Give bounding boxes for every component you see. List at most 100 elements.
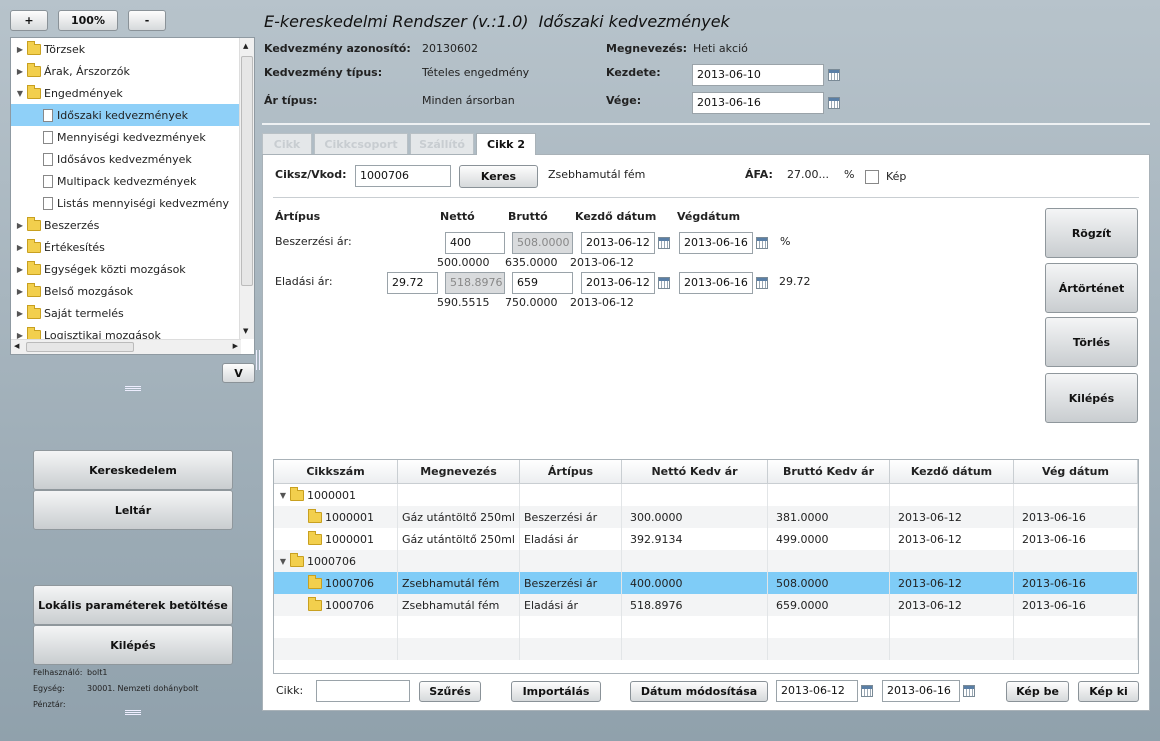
expand-right-icon[interactable]: ▶ — [15, 45, 25, 54]
tree-hscroll-thumb[interactable] — [26, 342, 134, 352]
start-date-field[interactable]: 2013-06-10 — [692, 64, 824, 86]
column-header[interactable]: Ártípus — [520, 460, 622, 484]
column-header[interactable]: Kezdő dátum — [890, 460, 1014, 484]
tab-cikk[interactable]: Cikk — [262, 133, 312, 155]
resize-grip[interactable] — [125, 386, 141, 391]
calendar-icon[interactable] — [828, 69, 840, 81]
column-header[interactable]: Vég dátum — [1014, 460, 1138, 484]
sell-end-input[interactable]: 2013-06-16 — [679, 272, 753, 294]
tree-item[interactable]: ▶ Saját termelés — [11, 302, 240, 324]
calendar-icon[interactable] — [756, 277, 768, 289]
table-row[interactable]: ▼ 1000001 — [274, 484, 1138, 506]
code-input[interactable]: 1000706 — [355, 165, 451, 187]
calendar-icon[interactable] — [861, 685, 873, 697]
expand-right-icon[interactable]: ▶ — [15, 243, 25, 252]
tree-item[interactable]: Listás mennyiségi kedvezmény — [11, 192, 240, 214]
calendar-icon[interactable] — [658, 237, 670, 249]
table-row[interactable]: 1000706 Zsebhamutál fém Beszerzési ár 400.0… — [274, 572, 1138, 594]
import-button[interactable]: Importálás — [511, 681, 601, 702]
history-button[interactable]: Ártörténet — [1045, 263, 1138, 313]
cell-name: Zsebhamutál fém — [398, 572, 520, 594]
tree-item[interactable]: ▶ Árak, Árszorzók — [11, 60, 240, 82]
date-modify-button[interactable]: Dátum módosítása — [630, 681, 768, 702]
zoom-in-button[interactable]: + — [10, 10, 48, 31]
cell-text: Zsebhamutál fém — [402, 598, 500, 612]
search-button[interactable]: Keres — [459, 165, 538, 188]
expand-right-icon[interactable]: ▶ — [15, 67, 25, 76]
save-button[interactable]: Rögzít — [1045, 208, 1138, 258]
expand-right-icon[interactable]: ▶ — [15, 287, 25, 296]
date-from-input[interactable]: 2013-06-12 — [776, 680, 858, 702]
tree-item[interactable]: ▶ Értékesítés — [11, 236, 240, 258]
table-row[interactable]: 1000001 Gáz utántöltő 250ml Eladási ár 392.… — [274, 528, 1138, 550]
buy-net-input[interactable]: 400 — [445, 232, 505, 254]
discount-table[interactable]: Cikkszám Megnevezés Ártípus Nettó Kedv ár Br… — [273, 459, 1139, 674]
tree-item[interactable]: Multipack kedvezmények — [11, 170, 240, 192]
expand-down-icon[interactable]: ▼ — [278, 491, 288, 500]
tree-vscroll-thumb[interactable] — [241, 56, 253, 286]
load-params-button[interactable]: Lokális paraméterek betöltése — [33, 585, 233, 625]
table-row[interactable] — [274, 616, 1138, 638]
zoom-level-button[interactable]: 100% — [58, 10, 118, 31]
sell-pct-input[interactable]: 29.72 — [387, 272, 438, 294]
tree-horizontal-scrollbar[interactable]: ◀ ▶ — [11, 339, 241, 354]
cell-text: 659.0000 — [776, 598, 829, 612]
tree-collapse-button[interactable]: V — [222, 363, 255, 383]
tree-item[interactable]: ▶ Törzsek — [11, 38, 240, 60]
tree-item[interactable]: ▶ Egységek közti mozgások — [11, 258, 240, 280]
cell-code: 1000001 — [274, 528, 398, 550]
exit-sidebar-button[interactable]: Kilépés — [33, 625, 233, 665]
expand-down-icon[interactable]: ▼ — [278, 557, 288, 566]
image-checkbox[interactable] — [865, 170, 879, 184]
scroll-right-icon[interactable]: ▶ — [233, 342, 238, 350]
cell-text: Beszerzési ár — [524, 510, 598, 524]
table-row[interactable]: 1000706 Zsebhamutál fém Eladási ár 518.8976… — [274, 594, 1138, 616]
tree-item[interactable]: Idősávos kedvezmények — [11, 148, 240, 170]
table-row[interactable]: 1000001 Gáz utántöltő 250ml Beszerzési ár 3… — [274, 506, 1138, 528]
sell-gross-input[interactable]: 659 — [512, 272, 573, 294]
resize-grip-bottom[interactable] — [125, 710, 141, 715]
item-filter-input[interactable] — [316, 680, 410, 702]
buy-end-input[interactable]: 2013-06-16 — [679, 232, 753, 254]
calendar-icon[interactable] — [658, 277, 670, 289]
scroll-down-icon[interactable]: ▼ — [243, 327, 248, 335]
calendar-icon[interactable] — [828, 97, 840, 109]
scroll-left-icon[interactable]: ◀ — [14, 342, 19, 350]
calendar-icon[interactable] — [963, 685, 975, 697]
splitter-grip[interactable] — [256, 350, 260, 370]
navigation-tree[interactable]: ▶ Törzsek ▶ Árak, Árszorzók ▼ Engedmények Idős… — [10, 37, 255, 355]
column-header[interactable]: Cikkszám — [274, 460, 398, 484]
image-in-button[interactable]: Kép be — [1006, 681, 1069, 702]
inventory-button[interactable]: Leltár — [33, 490, 233, 530]
exit-button[interactable]: Kilépés — [1045, 373, 1138, 423]
tree-item[interactable]: Mennyiségi kedvezmények — [11, 126, 240, 148]
tree-item[interactable]: ▶ Belső mozgások — [11, 280, 240, 302]
delete-button[interactable]: Törlés — [1045, 317, 1138, 367]
trade-button[interactable]: Kereskedelem — [33, 450, 233, 490]
column-header[interactable]: Megnevezés — [398, 460, 520, 484]
scroll-up-icon[interactable]: ▲ — [243, 42, 248, 50]
tree-item[interactable]: ▼ Engedmények — [11, 82, 240, 104]
table-row[interactable]: ▼ 1000706 — [274, 550, 1138, 572]
expand-down-icon[interactable]: ▼ — [15, 89, 25, 98]
column-header[interactable]: Nettó Kedv ár — [622, 460, 768, 484]
tree-item[interactable]: Időszaki kedvezmények — [11, 104, 240, 126]
expand-right-icon[interactable]: ▶ — [15, 309, 25, 318]
sell-start-input[interactable]: 2013-06-12 — [581, 272, 655, 294]
end-date-field[interactable]: 2013-06-16 — [692, 92, 824, 114]
tree-item[interactable]: ▶ Beszerzés — [11, 214, 240, 236]
column-header[interactable]: Bruttó Kedv ár — [768, 460, 890, 484]
zoom-out-button[interactable]: - — [128, 10, 166, 31]
expand-right-icon[interactable]: ▶ — [15, 221, 25, 230]
table-row[interactable] — [274, 638, 1138, 660]
date-to-input[interactable]: 2013-06-16 — [882, 680, 960, 702]
calendar-icon[interactable] — [756, 237, 768, 249]
filter-button[interactable]: Szűrés — [419, 681, 481, 702]
buy-start-input[interactable]: 2013-06-12 — [581, 232, 655, 254]
tree-vertical-scrollbar[interactable]: ▲ ▼ — [239, 38, 254, 339]
tab-cikkcsoport[interactable]: Cikkcsoport — [314, 133, 408, 155]
expand-right-icon[interactable]: ▶ — [15, 265, 25, 274]
image-out-button[interactable]: Kép ki — [1078, 681, 1139, 702]
tab-cikk2[interactable]: Cikk 2 — [476, 133, 536, 155]
tab-szallito[interactable]: Szállító — [410, 133, 474, 155]
